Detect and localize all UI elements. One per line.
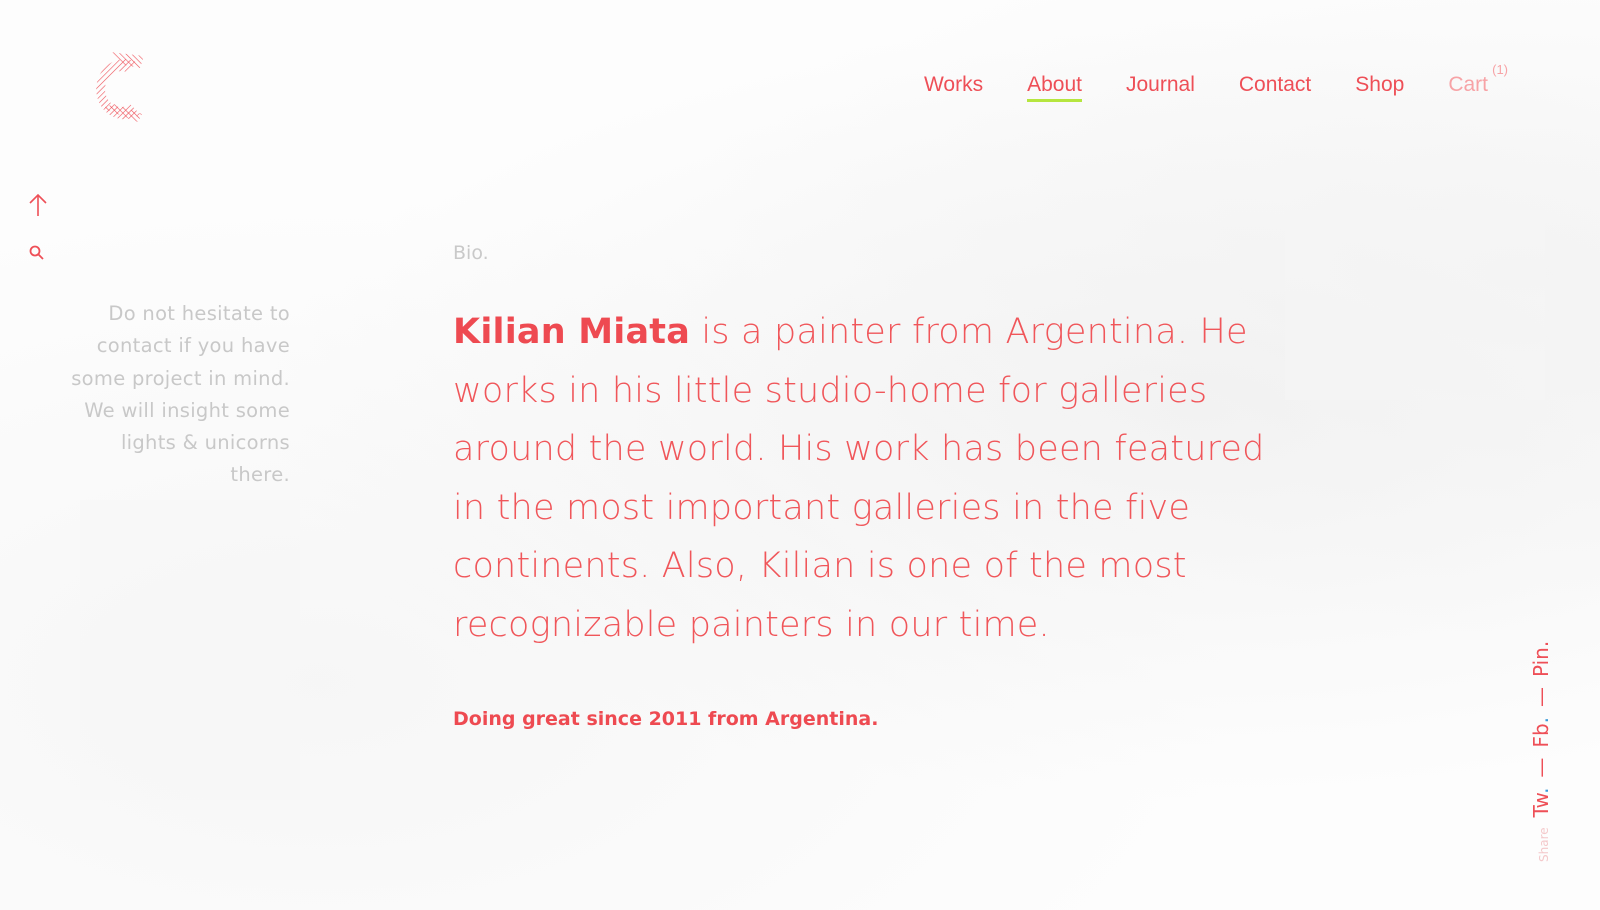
cart-label: Cart: [1448, 73, 1488, 96]
share-twitter-dot: .: [1529, 787, 1553, 794]
nav-cart[interactable]: Cart (1): [1448, 62, 1508, 97]
share-twitter[interactable]: Tw.: [1529, 788, 1553, 818]
share-pinterest-dot: .: [1529, 640, 1553, 648]
bio-body: is a painter from Argentina. He works in…: [453, 312, 1265, 645]
bio-text: Kilian Miata is a painter from Argentina…: [453, 303, 1273, 655]
share-twitter-label: Tw: [1529, 793, 1553, 818]
bio-label: Bio.: [453, 242, 489, 264]
nav-shop[interactable]: Shop: [1355, 72, 1404, 97]
logo[interactable]: [80, 48, 148, 124]
share-pinterest[interactable]: Pin.: [1529, 641, 1553, 677]
scroll-top-button[interactable]: [28, 193, 48, 217]
page: Works About Journal Contact Shop Cart (1…: [0, 0, 1600, 910]
nav-about[interactable]: About: [1027, 72, 1082, 103]
share-facebook-dot: .: [1529, 717, 1553, 724]
side-note: Do not hesitate to contact if you have s…: [71, 302, 290, 487]
search-button[interactable]: [28, 244, 46, 262]
nav-journal[interactable]: Journal: [1126, 72, 1195, 97]
share-pinterest-label: Pin: [1529, 647, 1553, 677]
share-separator: —: [1529, 687, 1553, 707]
nav-works[interactable]: Works: [924, 72, 983, 97]
share-separator: —: [1529, 757, 1553, 778]
share-label: Share: [1537, 827, 1551, 862]
bio-name: Kilian Miata: [453, 312, 691, 352]
background-painting-shape: [1285, 210, 1545, 400]
search-icon: [29, 245, 44, 260]
main-nav: Works About Journal Contact Shop Cart (1…: [880, 62, 1508, 103]
share-facebook-label: Fb: [1529, 723, 1553, 748]
c-logo-icon: [96, 52, 144, 122]
background-painting-shape: [80, 500, 300, 800]
arrow-up-icon: [29, 193, 47, 216]
since-tagline: Doing great since 2011 from Argentina.: [453, 708, 879, 730]
nav-contact[interactable]: Contact: [1239, 72, 1311, 97]
share-links: Share Tw. — Fb. — Pin.: [1529, 641, 1553, 862]
share-facebook[interactable]: Fb.: [1529, 717, 1553, 748]
cart-count-badge: (1): [1492, 62, 1508, 77]
